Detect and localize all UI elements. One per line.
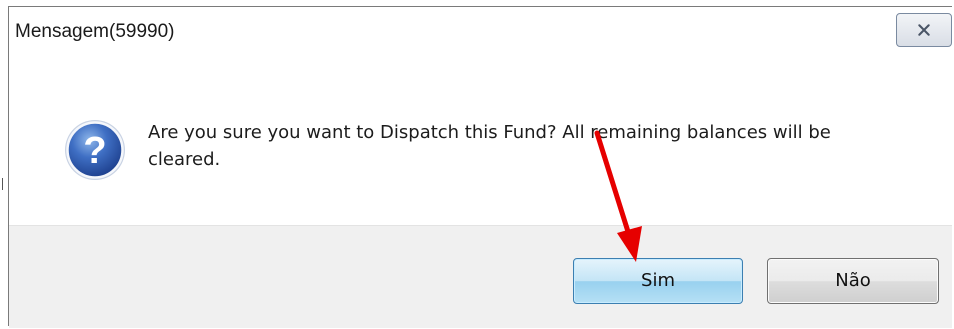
dialog-message: Are you sure you want to Dispatch this F…	[148, 122, 831, 170]
window-title: Mensagem(59990)	[15, 21, 175, 42]
message-dialog: Mensagem(59990) ? Are you sure you want …	[8, 6, 952, 328]
close-button[interactable]	[896, 13, 952, 47]
question-icon: ?	[65, 120, 125, 180]
button-bar: Sim Não	[9, 225, 952, 328]
no-button[interactable]: Não	[767, 258, 939, 304]
close-icon	[918, 24, 930, 36]
left-margin	[0, 0, 8, 329]
dialog-content: ? Are you sure you want to Dispatch this…	[9, 59, 952, 225]
left-edge-mark	[2, 178, 3, 190]
yes-button[interactable]: Sim	[573, 258, 743, 304]
screenshot: Mensagem(59990) ? Are you sure you want …	[0, 0, 954, 329]
title-bar: Mensagem(59990)	[9, 7, 952, 59]
svg-text:?: ?	[83, 130, 106, 172]
